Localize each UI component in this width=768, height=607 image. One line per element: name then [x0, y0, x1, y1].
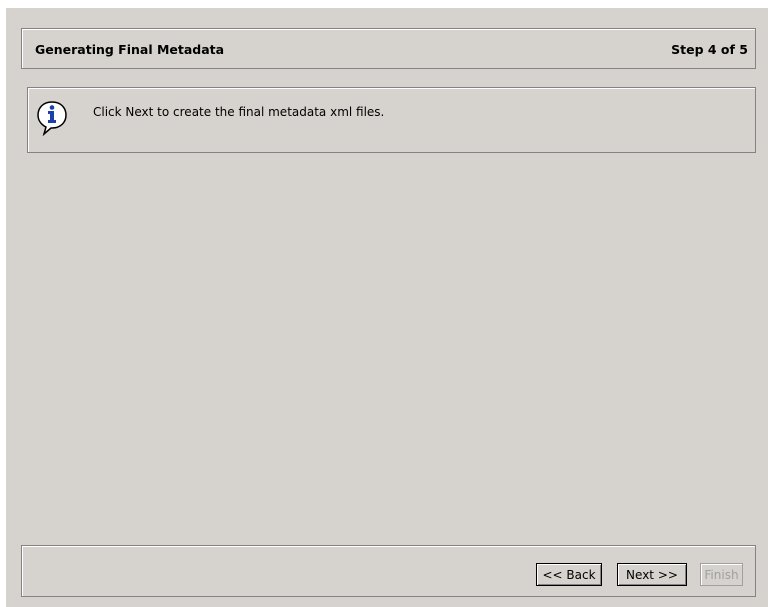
- next-button[interactable]: Next >>: [617, 563, 687, 586]
- step-indicator: Step 4 of 5: [671, 42, 748, 57]
- info-message: Click Next to create the final metadata …: [93, 105, 385, 119]
- wizard-dialog: Generating Final Metadata Step 4 of 5 Cl…: [6, 8, 768, 607]
- info-icon: [36, 100, 68, 140]
- info-panel: Click Next to create the final metadata …: [27, 87, 756, 153]
- button-bar: << Back Next >> Finish: [21, 545, 756, 597]
- wizard-header: Generating Final Metadata Step 4 of 5: [21, 28, 756, 69]
- finish-button: Finish: [700, 563, 743, 586]
- back-button[interactable]: << Back: [536, 563, 602, 586]
- page-title: Generating Final Metadata: [35, 42, 225, 57]
